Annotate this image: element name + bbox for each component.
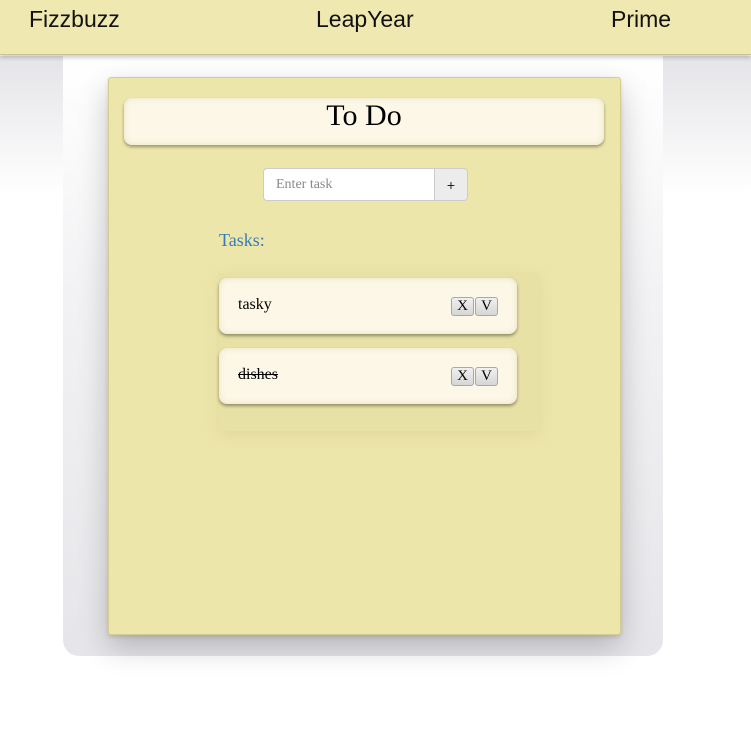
top-navbar: Fizzbuzz LeapYear Prime: [0, 0, 751, 55]
task-text-completed: dishes: [238, 366, 278, 383]
nav-link-leapyear[interactable]: LeapYear: [316, 6, 414, 33]
add-task-button[interactable]: +: [434, 168, 468, 201]
todo-card: To Do + Tasks: tasky X V dishes X V: [108, 77, 621, 635]
task-text: tasky: [238, 296, 272, 313]
task-item: tasky X V: [219, 278, 517, 334]
tasks-heading: Tasks:: [219, 230, 265, 250]
complete-task-button[interactable]: V: [475, 367, 498, 386]
complete-task-button[interactable]: V: [475, 297, 498, 316]
nav-link-fizzbuzz[interactable]: Fizzbuzz: [29, 6, 120, 33]
delete-task-button[interactable]: X: [451, 367, 474, 386]
task-input[interactable]: [263, 168, 434, 201]
delete-task-button[interactable]: X: [451, 297, 474, 316]
add-task-form: +: [263, 168, 468, 201]
task-actions: X V: [451, 367, 498, 386]
title-panel: To Do: [124, 98, 604, 145]
task-actions: X V: [451, 297, 498, 316]
nav-link-prime[interactable]: Prime: [611, 6, 671, 33]
task-item: dishes X V: [219, 348, 517, 404]
page-title: To Do: [326, 99, 402, 132]
